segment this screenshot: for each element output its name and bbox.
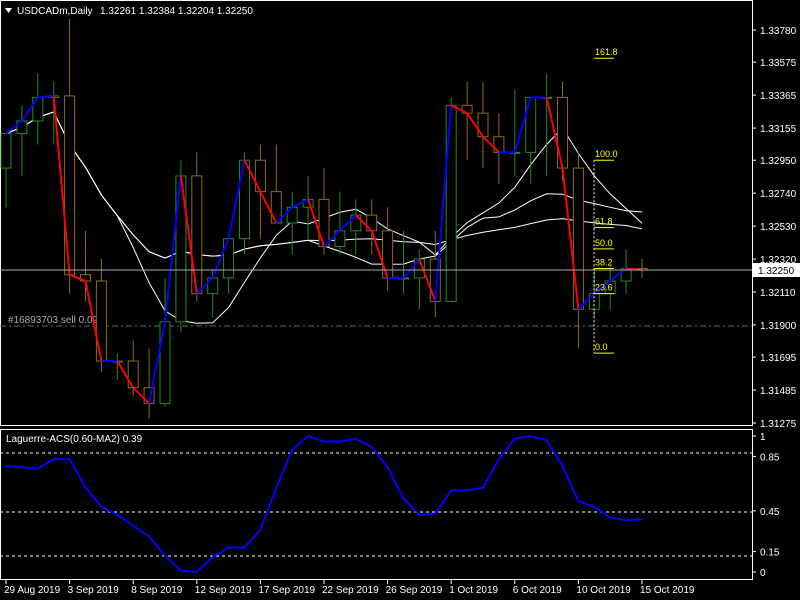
time-tick-label: 1 Oct 2019	[449, 585, 498, 596]
candle	[318, 198, 330, 248]
time-tick-label: 8 Sep 2019	[131, 585, 183, 596]
time-tick-label: 22 Sep 2019	[322, 585, 379, 596]
candle	[95, 280, 107, 362]
price-tick-label: 1.33780	[760, 26, 797, 37]
indicator-tick-label: 1	[760, 432, 766, 443]
price-tick-label: 1.32950	[760, 156, 797, 167]
candle	[191, 175, 203, 295]
fib-level-label: 161.8	[595, 47, 618, 57]
candle	[239, 159, 250, 240]
indicator-tick-label: 0.15	[760, 548, 780, 559]
fib-level-label: 0.0	[595, 342, 608, 352]
price-tick-label: 1.32740	[760, 189, 797, 200]
fib-level-label: 61.8	[595, 217, 613, 227]
candle	[525, 96, 537, 153]
fib-level-label: 38.2	[595, 257, 613, 267]
current-price-value: 1.32250	[758, 266, 795, 277]
price-tick-label: 1.33155	[760, 124, 797, 135]
candle	[64, 95, 76, 276]
candle	[159, 321, 171, 404]
price-tick-label: 1.31695	[760, 353, 797, 364]
price-tick-label: 1.32530	[760, 222, 797, 233]
ohlc-values: 1.32261 1.32384 1.32204 1.32250	[100, 6, 253, 17]
fib-level-label: 23.6	[595, 283, 613, 293]
indicator-tick-label: 0	[760, 568, 766, 579]
indicator-tick-label: 0.85	[760, 452, 780, 463]
indicator-axis[interactable]: 1 0.85 0.45 0.15 0	[752, 432, 780, 579]
candle	[572, 167, 584, 310]
indicator-levels	[0, 452, 752, 557]
order-label: #16893703 sell 0.02	[8, 315, 99, 326]
laguerre-line	[5, 434, 643, 574]
time-tick-label: 17 Sep 2019	[258, 585, 315, 596]
time-tick-label: 29 Aug 2019	[4, 585, 61, 596]
candle	[0, 133, 12, 169]
time-tick-label: 15 Oct 2019	[640, 585, 695, 596]
indicator-label: Laguerre-ACS(0.60-MA2) 0.39	[6, 434, 143, 445]
price-axis[interactable]: 1.33780 1.33575 1.33365 1.33155 1.32950 1.327…	[752, 26, 797, 430]
time-tick-label: 3 Sep 2019	[68, 585, 120, 596]
symbol-label: USDCADm,Daily	[17, 6, 93, 17]
candle	[445, 104, 457, 302]
candle	[382, 230, 394, 279]
candle-series	[0, 19, 648, 420]
price-tick-label: 1.33575	[760, 58, 797, 69]
time-tick-label: 12 Sep 2019	[195, 585, 252, 596]
price-tick-label: 1.31275	[760, 419, 797, 430]
candle	[223, 238, 235, 279]
candle	[557, 96, 568, 169]
trading-chart[interactable]: 1.33780 1.33575 1.33365 1.33155 1.32950 1.327…	[0, 0, 800, 600]
fib-level-label: 100.0	[595, 149, 618, 159]
time-axis[interactable]: 29 Aug 2019 3 Sep 2019 8 Sep 2019 12 Sep 20…	[4, 580, 695, 596]
fib-level-label: 50.0	[595, 238, 613, 248]
price-tick-label: 1.31485	[760, 386, 797, 397]
price-tick-label: 1.32110	[760, 288, 796, 299]
time-tick-label: 10 Oct 2019	[576, 585, 631, 596]
price-tick-label: 1.33365	[760, 91, 797, 102]
triangle-down-icon[interactable]	[5, 8, 12, 13]
indicator-tick-label: 0.45	[760, 507, 780, 518]
time-tick-label: 6 Oct 2019	[513, 585, 562, 596]
time-tick-label: 26 Sep 2019	[386, 585, 443, 596]
price-tick-label: 1.31900	[760, 321, 797, 332]
